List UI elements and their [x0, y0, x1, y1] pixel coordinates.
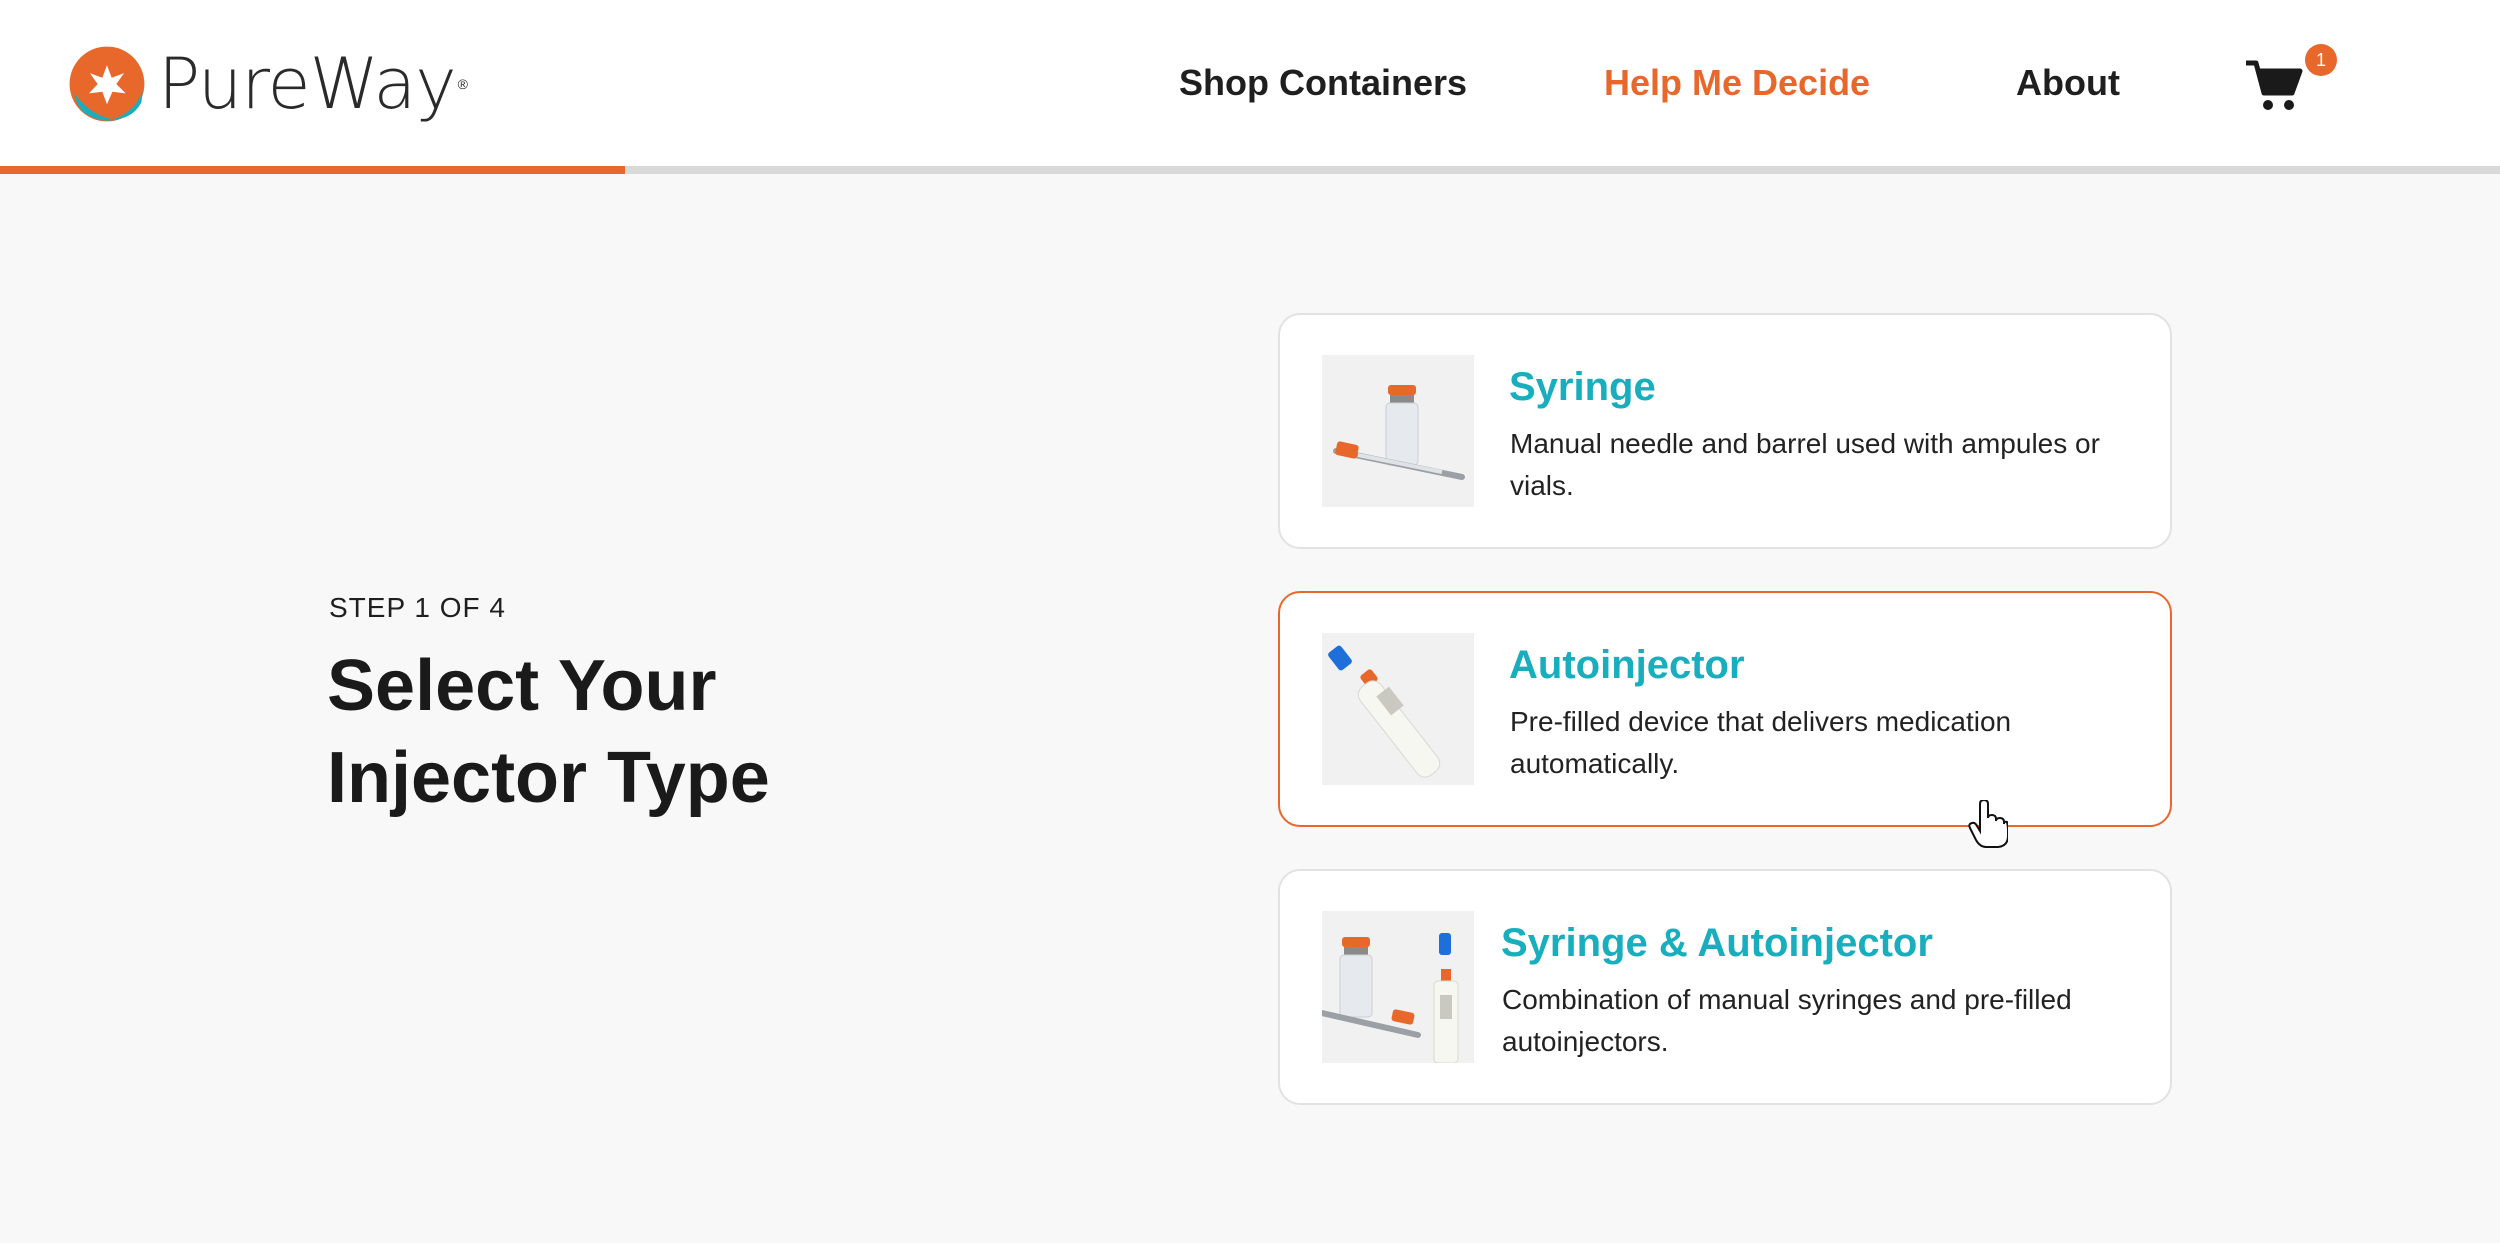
nav-about[interactable]: About [2016, 62, 2120, 104]
option-title: Syringe & Autoinjector [1501, 921, 1933, 965]
option-card-syringe[interactable]: Syringe Manual needle and barrel used wi… [1278, 313, 2172, 549]
nav-shop-containers[interactable]: Shop Containers [1179, 62, 1467, 104]
pureway-logo-icon [69, 46, 145, 122]
page-title: Select Your Injector Type [327, 640, 887, 824]
cart-count-badge: 1 [2305, 44, 2337, 76]
page-title-line-1: Select Your [327, 646, 717, 726]
syringe-autoinjector-image [1319, 911, 1474, 1064]
hand-cursor-icon [1968, 800, 2008, 848]
option-title: Autoinjector [1509, 643, 1745, 687]
pureway-logo[interactable]: PureWay ® [68, 32, 468, 136]
option-description: Pre-filled device that delivers medicati… [1510, 706, 2012, 779]
progress-bar [0, 166, 2500, 174]
option-description: Combination of manual syringes and pre-f… [1502, 984, 2072, 1057]
cart-button[interactable] [2244, 55, 2304, 115]
logo-wordmark: PureWay [157, 43, 457, 125]
syringe-vial-image [1322, 355, 1474, 507]
site-header: PureWay ® Shop Containers Help Me Decide… [0, 0, 2500, 166]
progress-bar-fill [0, 166, 625, 174]
option-card-syringe-autoinjector[interactable]: Syringe & Autoinjector Combination of ma… [1278, 869, 2172, 1105]
autoinjector-image [1322, 633, 1474, 785]
step-indicator: STEP 1 OF 4 [329, 592, 506, 623]
option-description: Manual needle and barrel used with ampul… [1510, 428, 2100, 501]
option-title: Syringe [1509, 365, 1656, 409]
page-title-line-2: Injector Type [327, 738, 770, 818]
registered-mark: ® [457, 76, 468, 92]
cart-icon [2246, 60, 2303, 110]
nav-help-me-decide[interactable]: Help Me Decide [1604, 62, 1870, 104]
option-card-autoinjector[interactable]: Autoinjector Pre-filled device that deli… [1278, 591, 2172, 827]
